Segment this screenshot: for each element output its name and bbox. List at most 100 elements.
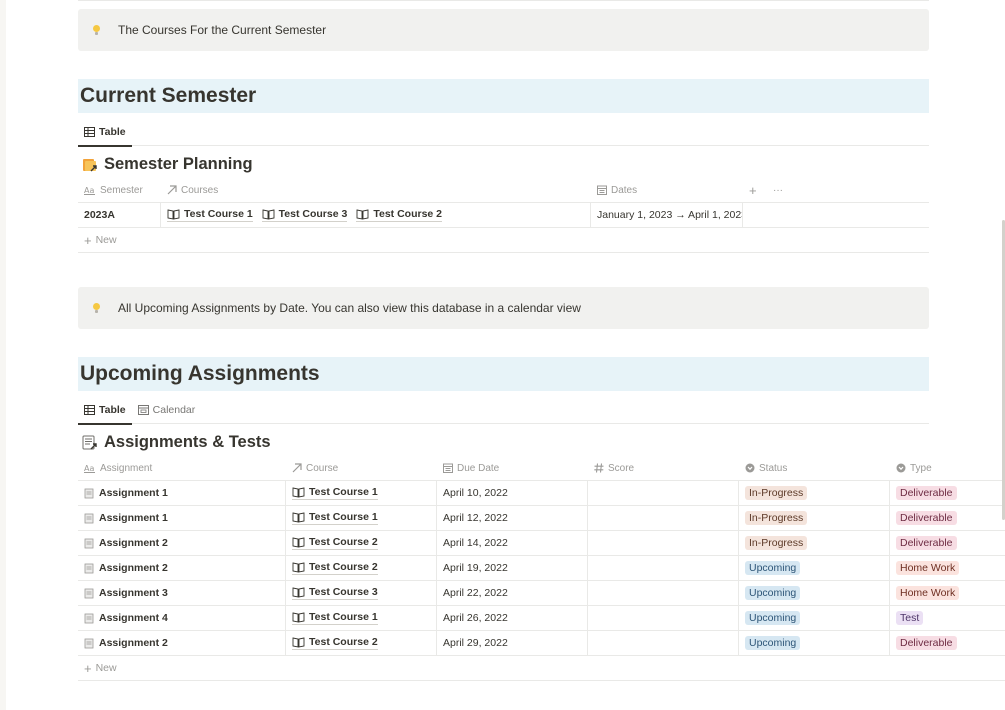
due-date-cell[interactable]: April 14, 2022 <box>437 531 588 555</box>
courses-cell[interactable]: Test Course 1 Test Course 3 Test Course … <box>161 203 591 227</box>
assignment-link[interactable]: Assignment 2 <box>99 562 168 574</box>
course-link[interactable]: Test Course 1 <box>292 486 378 500</box>
assignment-cell[interactable]: Assignment 4 <box>78 606 286 630</box>
assignment-link[interactable]: Assignment 3 <box>99 587 168 599</box>
column-header-dates[interactable]: Dates <box>591 178 743 202</box>
dates-cell[interactable]: January 1, 2023 → April 1, 2023 <box>591 203 743 227</box>
course-link[interactable]: Test Course 1 <box>292 511 378 525</box>
status-cell[interactable]: In-Progress <box>739 481 890 505</box>
course-cell[interactable]: Test Course 1 <box>286 506 437 530</box>
score-cell[interactable] <box>588 631 739 655</box>
course-cell[interactable]: Test Course 3 <box>286 581 437 605</box>
type-cell[interactable]: Home Work <box>890 556 1005 580</box>
new-row-button[interactable]: + New <box>78 656 1005 681</box>
type-badge: Deliverable <box>896 636 957 650</box>
table-row[interactable]: Assignment 2 Test Course 2 April 29, 202… <box>78 631 1005 656</box>
page-icon <box>84 488 95 499</box>
assignment-link[interactable]: Assignment 1 <box>99 487 168 499</box>
due-date-cell[interactable]: April 19, 2022 <box>437 556 588 580</box>
score-cell[interactable] <box>588 481 739 505</box>
course-link[interactable]: Test Course 2 <box>292 561 378 575</box>
table-row[interactable]: Assignment 3 Test Course 3 April 22, 202… <box>78 581 1005 606</box>
assignments-table: Aa Assignment Course Due Date Score Stat… <box>78 456 1005 681</box>
tab-table[interactable]: Table <box>78 118 132 147</box>
column-header-assignment[interactable]: Aa Assignment <box>78 456 286 480</box>
text-property-icon: Aa <box>84 464 96 473</box>
assignment-cell[interactable]: Assignment 2 <box>78 631 286 655</box>
column-header-semester[interactable]: Aa Semester <box>78 178 161 202</box>
column-header-course[interactable]: Course <box>286 456 437 480</box>
tab-calendar[interactable]: Calendar <box>132 396 202 424</box>
status-cell[interactable]: Upcoming <box>739 581 890 605</box>
column-header-due-date[interactable]: Due Date <box>437 456 588 480</box>
due-date-cell[interactable]: April 26, 2022 <box>437 606 588 630</box>
table-row[interactable]: Assignment 1 Test Course 1 April 12, 202… <box>78 506 1005 531</box>
course-link[interactable]: Test Course 1 <box>292 611 378 625</box>
book-icon <box>167 209 180 220</box>
type-cell[interactable]: Home Work <box>890 581 1005 605</box>
column-header-score[interactable]: Score <box>588 456 739 480</box>
due-date-cell[interactable]: April 12, 2022 <box>437 506 588 530</box>
type-badge: Home Work <box>896 586 960 600</box>
status-cell[interactable]: Upcoming <box>739 556 890 580</box>
semester-cell[interactable]: 2023A <box>78 203 161 227</box>
column-header-type[interactable]: Type <box>890 456 1005 480</box>
more-options-button[interactable]: ··· <box>767 178 807 202</box>
type-cell[interactable]: Deliverable <box>890 481 1005 505</box>
score-cell[interactable] <box>588 581 739 605</box>
status-cell[interactable]: Upcoming <box>739 606 890 630</box>
table-row[interactable]: Assignment 2 Test Course 2 April 14, 202… <box>78 531 1005 556</box>
status-cell[interactable]: Upcoming <box>739 631 890 655</box>
course-link[interactable]: Test Course 3 <box>292 586 378 600</box>
assignment-link[interactable]: Assignment 4 <box>99 612 168 624</box>
due-date-cell[interactable]: April 22, 2022 <box>437 581 588 605</box>
course-link[interactable]: Test Course 3 <box>261 208 348 222</box>
add-column-button[interactable]: + <box>743 178 767 202</box>
assignment-cell[interactable]: Assignment 3 <box>78 581 286 605</box>
status-cell[interactable]: In-Progress <box>739 531 890 555</box>
tab-table[interactable]: Table <box>78 396 132 425</box>
number-hash-icon <box>594 463 604 473</box>
db-title-assignments-tests[interactable]: Assignments & Tests <box>82 433 271 452</box>
due-date-cell[interactable]: April 29, 2022 <box>437 631 588 655</box>
assignment-link[interactable]: Assignment 2 <box>99 537 168 549</box>
assignment-cell[interactable]: Assignment 2 <box>78 556 286 580</box>
score-cell[interactable] <box>588 506 739 530</box>
new-row-button[interactable]: + New <box>78 228 929 253</box>
status-cell[interactable]: In-Progress <box>739 506 890 530</box>
table-row[interactable]: Assignment 2 Test Course 2 April 19, 202… <box>78 556 1005 581</box>
course-cell[interactable]: Test Course 2 <box>286 531 437 555</box>
relation-arrow-icon <box>167 185 177 195</box>
type-cell[interactable]: Deliverable <box>890 531 1005 555</box>
table-row[interactable]: 2023A Test Course 1 Test Course 3 Test C… <box>78 203 929 228</box>
course-link[interactable]: Test Course 1 <box>167 208 253 222</box>
type-cell[interactable]: Deliverable <box>890 631 1005 655</box>
course-link[interactable]: Test Course 2 <box>356 208 443 222</box>
assignment-link[interactable]: Assignment 1 <box>99 512 168 524</box>
assignment-cell[interactable]: Assignment 2 <box>78 531 286 555</box>
course-cell[interactable]: Test Course 2 <box>286 556 437 580</box>
column-header-courses[interactable]: Courses <box>161 178 591 202</box>
course-cell[interactable]: Test Course 1 <box>286 481 437 505</box>
course-cell[interactable]: Test Course 2 <box>286 631 437 655</box>
score-cell[interactable] <box>588 531 739 555</box>
course-link[interactable]: Test Course 2 <box>292 636 378 650</box>
assignment-cell[interactable]: Assignment 1 <box>78 481 286 505</box>
score-cell[interactable] <box>588 556 739 580</box>
assignment-cell[interactable]: Assignment 1 <box>78 506 286 530</box>
due-date-cell[interactable]: April 10, 2022 <box>437 481 588 505</box>
course-cell[interactable]: Test Course 1 <box>286 606 437 630</box>
db-title-semester-planning[interactable]: Semester Planning <box>82 155 253 174</box>
type-cell[interactable]: Deliverable <box>890 506 1005 530</box>
page-icon <box>84 563 95 574</box>
book-icon <box>292 612 305 623</box>
text-property-icon: Aa <box>84 186 96 195</box>
column-header-status[interactable]: Status <box>739 456 890 480</box>
type-badge: Deliverable <box>896 486 957 500</box>
table-row[interactable]: Assignment 4 Test Course 1 April 26, 202… <box>78 606 1005 631</box>
course-link[interactable]: Test Course 2 <box>292 536 378 550</box>
score-cell[interactable] <box>588 606 739 630</box>
type-cell[interactable]: Test <box>890 606 1005 630</box>
assignment-link[interactable]: Assignment 2 <box>99 637 168 649</box>
table-row[interactable]: Assignment 1 Test Course 1 April 10, 202… <box>78 481 1005 506</box>
